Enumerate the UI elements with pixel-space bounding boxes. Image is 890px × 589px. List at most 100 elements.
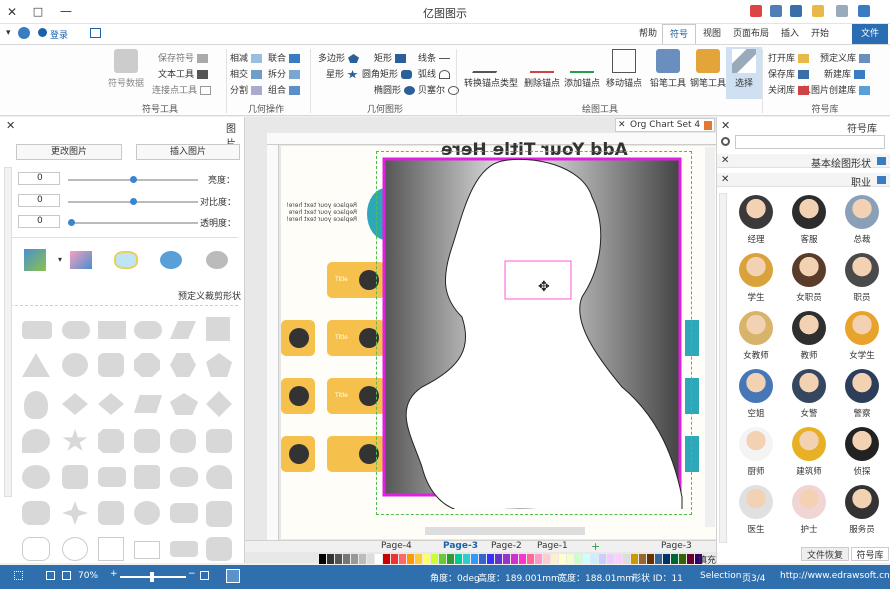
crop-shape[interactable] [206,537,232,561]
color-swatch[interactable] [663,554,670,564]
close-panel-icon[interactable]: ✕ [721,119,730,132]
section-header[interactable]: ✕ 职业 [717,173,890,189]
color-swatch[interactable] [559,554,566,564]
image-preset-icon[interactable] [114,251,138,269]
crop-shape[interactable] [62,429,88,451]
insert-image-button[interactable]: 插入图片 [136,144,240,160]
crop-shape[interactable] [62,501,88,525]
page-tab[interactable]: Page-1 [537,541,568,551]
symbol-item[interactable]: 厨师 [731,425,781,481]
crop-shape[interactable] [134,501,160,525]
page-tab[interactable]: Page-4 [381,541,412,551]
open-library-button[interactable]: 打开库 [768,51,810,64]
pen-tool-button[interactable]: 钢笔工具 [690,49,726,89]
crop-shape[interactable] [98,393,124,415]
add-page-icon[interactable]: + [591,540,600,553]
login-link[interactable]: 登录 [50,28,68,41]
save-library-button[interactable]: 保存库 [768,67,810,80]
close-section-icon[interactable]: ✕ [721,174,729,185]
crop-shape[interactable] [206,317,230,341]
tab-symbol[interactable]: 符号 [662,24,696,44]
color-swatch[interactable] [567,554,574,564]
crop-shape[interactable] [206,465,232,489]
crop-shape[interactable] [170,353,196,377]
settings-icon[interactable] [18,27,30,39]
color-swatch[interactable] [343,554,350,564]
library-from-image-button[interactable]: 从图片创建库 [802,83,871,96]
symbol-item[interactable]: 女教师 [731,309,781,365]
symbol-item[interactable]: 客服 [784,193,834,249]
crop-shape[interactable] [22,501,50,525]
color-swatch[interactable] [535,554,542,564]
vertical-scrollbar[interactable] [705,147,715,527]
move-anchor-button[interactable]: 移动锚点 [606,49,642,89]
slider-knob[interactable] [150,572,154,582]
color-swatch[interactable] [351,554,358,564]
contrast-slider[interactable] [68,198,198,205]
color-swatch[interactable] [679,554,686,564]
crop-shape[interactable] [62,353,88,377]
horizontal-scrollbar[interactable] [425,527,585,535]
color-swatch[interactable] [471,554,478,564]
color-swatch[interactable] [591,554,598,564]
section-header[interactable]: ✕ 基本绘图形状 [717,154,890,170]
image-preset-icon[interactable] [206,251,228,269]
print-icon[interactable] [770,5,782,17]
crop-shape[interactable] [206,391,232,417]
grid-icon[interactable] [14,571,23,580]
save-symbol-button[interactable]: 保存符号 [158,51,209,64]
export-icon[interactable] [750,5,762,17]
color-swatch[interactable] [479,554,486,564]
org-chart-box[interactable] [281,436,315,472]
crop-shape[interactable] [22,321,52,339]
symbol-item[interactable]: 医生 [731,483,781,539]
color-swatch[interactable] [359,554,366,564]
close-panel-icon[interactable]: ✕ [6,119,15,132]
split-button[interactable]: 拆分 [268,67,301,80]
crop-shape[interactable] [170,467,198,487]
crop-shape[interactable] [62,465,88,489]
predefined-library-button[interactable]: 预定义库 [820,51,871,64]
color-swatch[interactable] [623,554,630,564]
fragment-button[interactable]: 分割 [230,83,263,96]
transparency-slider[interactable] [68,219,198,226]
crop-shape[interactable] [22,537,50,561]
status-url[interactable]: http://www.edrawsoft.cn/ [780,571,890,581]
crop-shape[interactable] [134,541,160,559]
color-swatch[interactable] [463,554,470,564]
symbol-item[interactable]: 侦探 [837,425,887,481]
open-icon[interactable] [812,5,824,17]
page-tab-active[interactable]: Page-3 [443,541,478,551]
union-button[interactable]: 联合 [268,51,301,64]
color-swatch[interactable] [639,554,646,564]
search-icon[interactable] [721,137,730,146]
close-section-icon[interactable]: ✕ [721,155,729,166]
color-swatch[interactable] [327,554,334,564]
tab-home[interactable]: 开始 [806,24,834,44]
crop-shape[interactable] [170,503,198,523]
add-anchor-button[interactable]: 添加锚点 [564,49,600,89]
symbol-item[interactable]: 警察 [837,367,887,423]
color-swatch[interactable] [335,554,342,564]
delete-anchor-button[interactable]: 删除锚点 [524,49,560,89]
tab-file[interactable]: 文件 [852,24,888,44]
panel-scrollbar[interactable] [4,167,12,497]
rectangle-button[interactable]: 矩形 [374,51,407,64]
tab-help[interactable]: 帮助 [634,24,662,44]
user-icon[interactable] [38,28,47,37]
tab-page-layout[interactable]: 页面布局 [728,24,774,44]
color-swatch[interactable] [551,554,558,564]
symbol-item[interactable]: 职员 [837,251,887,307]
star-button[interactable]: 星形 [326,67,358,80]
color-swatch[interactable] [527,554,534,564]
brightness-input[interactable]: 0 [18,172,60,185]
intersect-button[interactable]: 相交 [230,67,263,80]
redo-icon[interactable] [836,5,848,17]
close-library-button[interactable]: 关闭库 [768,83,810,96]
color-swatch[interactable] [375,554,382,564]
color-swatch[interactable] [583,554,590,564]
text-tool-button[interactable]: 文本工具 [158,67,209,80]
symbol-item[interactable]: 教师 [784,309,834,365]
symbol-item[interactable]: 女学生 [837,309,887,365]
rounded-rectangle-button[interactable]: 圆角矩形 [362,67,413,80]
